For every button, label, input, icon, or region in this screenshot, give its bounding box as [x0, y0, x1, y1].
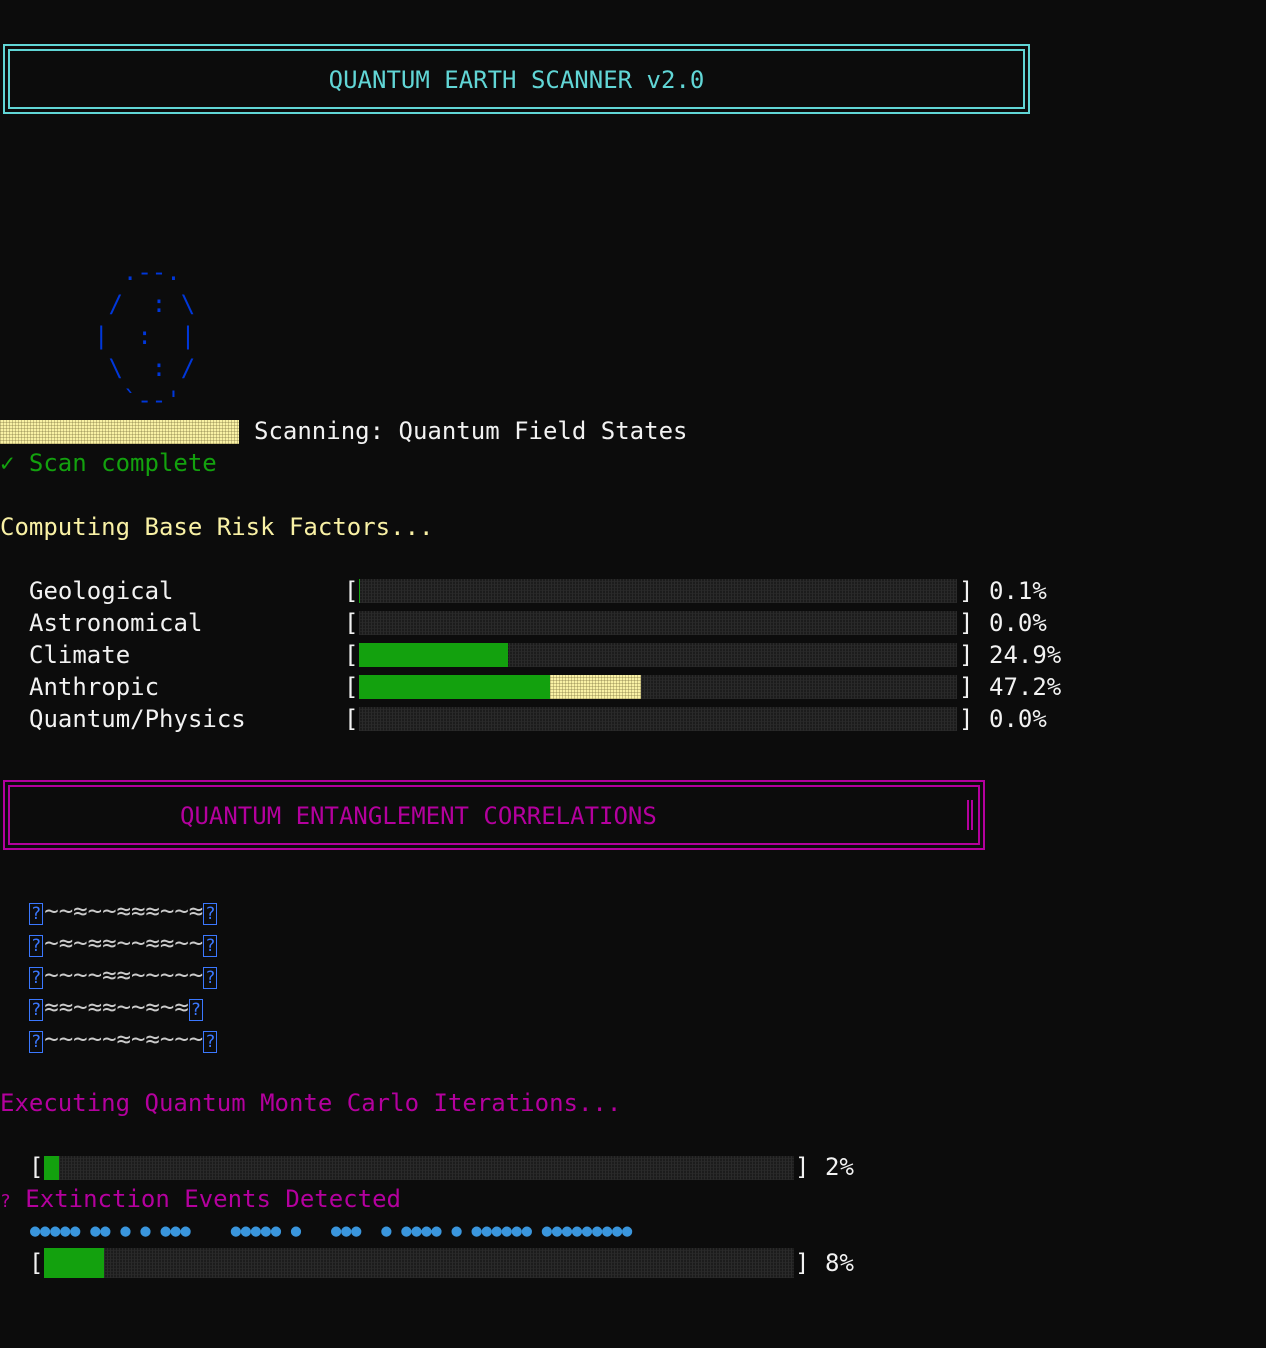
mc-progress-bar-1 — [44, 1156, 794, 1180]
risk-bar-close-bracket: ] — [959, 641, 974, 669]
mc-bar1-percent: 2% — [825, 1153, 854, 1181]
risk-label: Anthropic — [29, 673, 160, 701]
mc-progress-fill-2 — [44, 1248, 104, 1278]
earth-art-line: .--. — [94, 258, 181, 286]
risk-bar-open-bracket: [ — [344, 609, 359, 637]
earth-art-line: | : | — [94, 322, 196, 350]
risk-label: Climate — [29, 641, 131, 669]
risk-bar — [359, 707, 957, 731]
risk-bar-fill — [359, 675, 551, 699]
risk-value: 47.2% — [989, 673, 1062, 701]
entanglement-title: QUANTUM ENTANGLEMENT CORRELATIONS — [180, 802, 657, 830]
risk-value: 0.0% — [989, 705, 1047, 733]
risk-label: Quantum/Physics — [29, 705, 246, 733]
risk-bar-open-bracket: [ — [344, 641, 359, 669]
earth-art-line: `--' — [94, 386, 181, 414]
mc-bar1-open-bracket: [ — [29, 1153, 44, 1181]
earth-art-line: / : \ — [94, 290, 196, 318]
risk-bar-fill — [359, 643, 508, 667]
earth-art-line: \ : / — [94, 354, 196, 382]
monte-carlo-heading: Executing Quantum Monte Carlo Iterations… — [0, 1089, 622, 1117]
risk-bar-close-bracket: ] — [959, 577, 974, 605]
extinction-line: ? Extinction Events Detected — [0, 1183, 401, 1218]
scan-complete-line: ✓ Scan complete — [0, 447, 217, 479]
risk-heading: Computing Base Risk Factors... — [0, 513, 434, 541]
risk-bar-open-bracket: [ — [344, 705, 359, 733]
entanglement-wave-row: ? ~~~~≈≈~~~~~? — [29, 961, 218, 989]
mc-progress-fill-1 — [44, 1156, 59, 1180]
risk-bar-close-bracket: ] — [959, 609, 974, 637]
risk-value: 0.1% — [989, 577, 1047, 605]
mc-bar2-percent: 8% — [825, 1249, 854, 1277]
mc-progress-bar-2 — [44, 1248, 794, 1278]
risk-bar — [359, 611, 957, 635]
header-box: QUANTUM EARTH SCANNER v2.0 — [3, 44, 1030, 114]
mc-bar1-close-bracket: ] — [795, 1153, 810, 1181]
risk-bar-close-bracket: ] — [959, 673, 974, 701]
mc-bar2-close-bracket: ] — [795, 1249, 810, 1277]
check-icon: ✓ — [0, 449, 15, 477]
entanglement-box: QUANTUM ENTANGLEMENT CORRELATIONS — [3, 780, 985, 850]
risk-value: 0.0% — [989, 609, 1047, 637]
entanglement-wave-row: ? ≈≈~≈≈~~≈~≈? — [29, 993, 204, 1021]
warning-icon: ? — [0, 1191, 11, 1212]
scan-complete-label: Scan complete — [28, 449, 217, 477]
risk-value: 24.9% — [989, 641, 1062, 669]
entanglement-wave-row: ? ~~~~~≈~≈~~~? — [29, 1025, 218, 1053]
risk-bar — [359, 579, 957, 603]
earth-ascii-art: .--. / : \ | : | \ : / `--' — [94, 224, 195, 448]
risk-label: Astronomical — [29, 609, 203, 637]
risk-label: Geological — [29, 577, 174, 605]
scan-status-text: Scanning: Quantum Field States — [254, 417, 688, 445]
scan-progress-fill — [0, 420, 239, 444]
risk-bar — [359, 643, 957, 667]
mc-bar2-open-bracket: [ — [29, 1249, 44, 1277]
app-title: QUANTUM EARTH SCANNER v2.0 — [328, 66, 705, 94]
extinction-label: Extinction Events Detected — [25, 1185, 401, 1213]
entanglement-wave-row: ? ~~≈~~≈≈≈~~≈? — [29, 897, 218, 925]
risk-bar-open-bracket: [ — [344, 577, 359, 605]
risk-bar-fill — [359, 579, 360, 603]
risk-bar-close-bracket: ] — [959, 705, 974, 733]
scan-progress-bar — [0, 420, 239, 444]
extinction-event-dots: ●●●●● ●● ● ● ●●● ●●●●● ● ●●● ● ●●●● ● ●●… — [30, 1221, 633, 1241]
box-side-mark — [967, 800, 973, 830]
risk-bar — [359, 675, 957, 699]
entanglement-wave-row: ? ~≈~≈≈~~≈≈~~? — [29, 929, 218, 957]
risk-bar-fill-secondary — [550, 675, 642, 699]
risk-bar-open-bracket: [ — [344, 673, 359, 701]
